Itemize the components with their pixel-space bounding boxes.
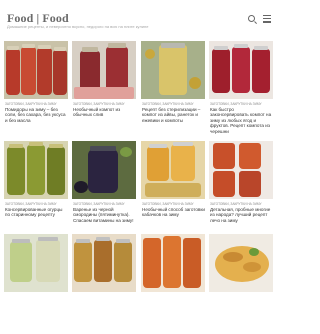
article-title[interactable]: Необычный способ заготовки кабачков на з… [142, 207, 205, 218]
article-card[interactable] [72, 234, 136, 334]
article-category[interactable]: ЗАГОТОВКИ, ЗАКРУТКИ НА ЗИМУ [142, 202, 206, 206]
article-thumbnail[interactable] [209, 234, 273, 292]
article-thumbnail[interactable] [4, 41, 68, 99]
search-icon[interactable] [248, 15, 255, 22]
article-thumbnail[interactable] [209, 141, 273, 199]
article-thumbnail[interactable] [72, 141, 136, 199]
article-thumbnail[interactable] [72, 234, 136, 292]
site-tagline: Домашние рецепты, и невероятно вкусно, н… [7, 24, 149, 29]
article-card[interactable]: ЗАГОТОВКИ, ЗАКРУТКИ НА ЗИМУ Как быстро з… [209, 41, 273, 141]
article-title[interactable]: Рецепт без стерилизации – компот из айвы… [142, 107, 205, 123]
site-header: Food | Food Домашние рецепты, и невероят… [0, 0, 280, 38]
article-thumbnail[interactable] [4, 141, 68, 199]
article-category[interactable]: ЗАГОТОВКИ, ЗАКРУТКИ НА ЗИМУ [5, 202, 69, 206]
article-category[interactable]: ЗАГОТОВКИ, ЗАКРУТКИ НА ЗИМУ [73, 102, 137, 106]
article-thumbnail[interactable] [4, 234, 68, 292]
article-title[interactable]: Необычный компот из обычных слив [73, 107, 136, 118]
article-category[interactable]: ЗАГОТОВКИ, ЗАКРУТКИ НА ЗИМУ [210, 102, 274, 106]
article-category[interactable]: ЗАГОТОВКИ, ЗАКРУТКИ НА ЗИМУ [142, 102, 206, 106]
article-title[interactable]: Как быстро законсервировать компот на зи… [210, 107, 273, 134]
article-card[interactable]: ЗАГОТОВКИ, ЗАКРУТКИ НА ЗИМУ Консервирова… [4, 141, 68, 241]
article-card[interactable]: ЗАГОТОВКИ, ЗАКРУТКИ НА ЗИМУ Необычный сп… [141, 141, 205, 241]
article-category[interactable]: ЗАГОТОВКИ, ЗАКРУТКИ НА ЗИМУ [210, 202, 274, 206]
article-category[interactable]: ЗАГОТОВКИ, ЗАКРУТКИ НА ЗИМУ [5, 102, 69, 106]
article-thumbnail[interactable] [141, 234, 205, 292]
article-card[interactable] [141, 234, 205, 334]
article-title[interactable]: Варенье из черной смородины (пятиминутка… [73, 207, 136, 223]
article-thumbnail[interactable] [141, 41, 205, 99]
article-card[interactable]: ЗАГОТОВКИ, ЗАКРУТКИ НА ЗИМУ Варенье из ч… [72, 141, 136, 241]
article-title[interactable]: Помидоры на зиму – без соли, без сахара,… [5, 107, 68, 123]
article-title[interactable]: Детальная, пробные многие из народа? луч… [210, 207, 273, 223]
article-title[interactable]: Консервированные огурцы по старинному ре… [5, 207, 68, 218]
article-thumbnail[interactable] [209, 41, 273, 99]
article-card[interactable]: ЗАГОТОВКИ, ЗАКРУТКИ НА ЗИМУ Необычный ко… [72, 41, 136, 141]
article-card[interactable]: ЗАГОТОВКИ, ЗАКРУТКИ НА ЗИМУ Помидоры на … [4, 41, 68, 141]
article-card[interactable] [4, 234, 68, 334]
article-thumbnail[interactable] [72, 41, 136, 99]
article-card[interactable] [209, 234, 273, 334]
article-category[interactable]: ЗАГОТОВКИ, ЗАКРУТКИ НА ЗИМУ [73, 202, 137, 206]
menu-icon[interactable] [263, 15, 271, 23]
article-card[interactable]: ЗАГОТОВКИ, ЗАКРУТКИ НА ЗИМУ Рецепт без с… [141, 41, 205, 141]
article-card[interactable]: ЗАГОТОВКИ, ЗАКРУТКИ НА ЗИМУ Детальная, п… [209, 141, 273, 241]
article-thumbnail[interactable] [141, 141, 205, 199]
